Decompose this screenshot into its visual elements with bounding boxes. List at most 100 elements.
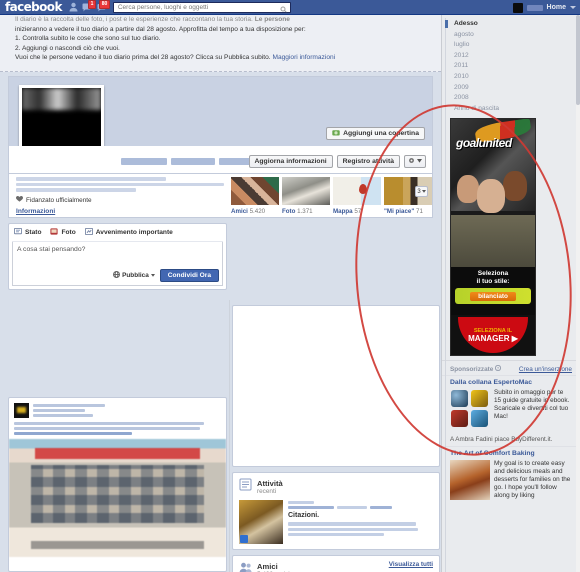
empty-placeholder-box (232, 305, 440, 467)
sponsored-ad-title[interactable]: Dalla collana EspertoMac (450, 378, 572, 387)
bio-redacted (16, 177, 231, 192)
update-info-button[interactable]: Aggiorna informazioni (248, 155, 333, 168)
friends-card: Amici 5.420 amici Visualizza tutti (232, 555, 440, 572)
composer-footer: Pubblica Condividi Ora (113, 269, 219, 282)
timeline-item-2010[interactable]: 2010 (450, 72, 580, 83)
share-now-button[interactable]: Condividi Ora (159, 269, 219, 282)
facebook-logo[interactable]: facebook (5, 0, 62, 14)
tile-map[interactable]: Mappa 57 (333, 177, 381, 217)
sponsored-ad-image[interactable] (450, 460, 490, 501)
recent-activity-entry[interactable]: Citazioni. (233, 500, 439, 549)
profile-settings-button[interactable] (404, 155, 426, 168)
tile-photos-label: Foto 1.371 (282, 208, 313, 215)
timeline-item-luglio[interactable]: luglio (450, 40, 580, 51)
ad-cta-area[interactable]: SELEZIONA IL MANAGER ▶ (451, 315, 535, 356)
tile-photos[interactable]: Foto 1.371 (282, 177, 330, 217)
friend-requests-icon[interactable] (68, 2, 79, 12)
post-author-avatar[interactable] (14, 403, 29, 418)
friends-icon (239, 561, 252, 572)
username-redacted[interactable] (526, 4, 543, 11)
status-icon (13, 227, 23, 237)
avatar[interactable] (512, 2, 523, 13)
friends-card-title: Amici (257, 562, 278, 571)
timeline-item-agosto[interactable]: agosto (450, 30, 580, 41)
ad-style-value: bilanciato (470, 291, 516, 301)
activity-thumbnail (239, 500, 283, 544)
post-header (9, 398, 226, 422)
timeline-item-2012[interactable]: 2012 (450, 51, 580, 62)
add-cover-button[interactable]: Aggiungi una copertina (326, 127, 425, 140)
tile-map-label: Mappa 57 (333, 208, 362, 215)
profile-summary-strip: Fidanzato ufficialmente Informazioni Ami… (8, 174, 433, 218)
composer-placeholder: A cosa stai pensando? (17, 246, 86, 253)
post-text-redacted (9, 422, 226, 439)
chevron-down-icon (150, 272, 155, 279)
sidebar-banner-ad[interactable]: goalunited Seleziona il tuo stile: bilan… (450, 118, 536, 357)
feed-post[interactable] (8, 397, 227, 572)
chevron-down-icon (417, 158, 422, 165)
banner-item-2: 2. Aggiungi o nascondi ciò che vuoi. (15, 44, 120, 52)
privacy-selector[interactable]: Pubblica (113, 271, 155, 280)
banner-more-link[interactable]: Maggiori informazioni (272, 54, 335, 61)
activity-entry-strong: Citazioni. (288, 512, 320, 520)
ad-style-pill[interactable]: bilanciato (455, 288, 531, 305)
timeline-item-birth-year[interactable]: Anno di nascita (450, 104, 580, 115)
tile-likes[interactable]: "Mi piace" 71 (384, 177, 432, 217)
timeline-item-2011[interactable]: 2011 (450, 61, 580, 72)
gear-icon (408, 157, 415, 166)
sponsored-header: Sponsorizzate ? Crea un'inserzione (442, 360, 580, 375)
secondary-column: Attività recenti Citazioni. Amici Visual… (232, 300, 440, 572)
composer-textarea[interactable]: A cosa stai pensando? Pubblica Condividi… (12, 242, 223, 286)
activity-log-button[interactable]: Registro attività (336, 155, 400, 168)
cover-photo-area[interactable]: Aggiungi una copertina (8, 76, 433, 163)
help-icon[interactable]: ? (495, 365, 502, 373)
recent-activity-card: Attività recenti Citazioni. (232, 472, 440, 550)
sponsored-ad-image[interactable] (450, 389, 490, 430)
ad-cta-button[interactable]: SELEZIONA IL MANAGER ▶ (458, 317, 528, 354)
ad-cta-line2: MANAGER ▶ (468, 333, 518, 343)
search-icon[interactable] (280, 5, 287, 15)
search-input[interactable]: Cerca persone, luoghi e oggetti (112, 1, 291, 15)
post-image[interactable] (9, 439, 226, 557)
notifications-badge: 80 (99, 0, 110, 9)
heart-icon (16, 196, 23, 204)
page-scrollbar[interactable] (576, 15, 580, 572)
ad-brand-logo: goalunited (456, 136, 512, 151)
chevron-down-icon (421, 189, 426, 195)
sponsored-ad-text: Subito in omaggio per te 15 guide gratui… (494, 389, 570, 421)
more-tiles-count: 3 (417, 188, 421, 195)
sponsored-ad-body: Subito in omaggio per te 15 guide gratui… (450, 387, 572, 430)
ad-style-line1: Seleziona (477, 270, 509, 278)
sponsored-ad-item[interactable]: The Art of Comfort Baking My goal is to … (442, 446, 580, 504)
banner-line-2: inizieranno a vedere il tuo diario a par… (15, 25, 306, 33)
timeline-item-adesso[interactable]: Adesso (445, 19, 580, 30)
create-ad-link[interactable]: Crea un'inserzione (519, 366, 572, 373)
recent-activity-title: Attività (257, 479, 283, 488)
timeline-item-2009[interactable]: 2009 (450, 83, 580, 94)
timeline-item-2008[interactable]: 2008 (450, 93, 580, 104)
activity-entry-text: Citazioni. (288, 500, 433, 544)
chevron-down-icon[interactable] (570, 6, 576, 9)
milestone-icon (84, 227, 93, 237)
post-author-redacted (33, 403, 221, 418)
friends-view-all-link[interactable]: Visualizza tutti (389, 561, 433, 568)
messages-badge: 1 (88, 0, 96, 9)
messages-icon[interactable]: 1 (82, 0, 96, 12)
notifications-icon[interactable]: 80 (96, 0, 110, 12)
sponsored-ad-item[interactable]: Dalla collana EspertoMac Subito in omagg… (442, 375, 580, 433)
nav-icon-group: 1 80 (68, 0, 110, 12)
status-composer: Stato Foto Avvenimento importante A cosa… (8, 223, 227, 290)
info-link[interactable]: Informazioni (16, 208, 55, 215)
sponsored-ad-title[interactable]: The Art of Comfort Baking (450, 449, 572, 458)
tile-friends[interactable]: Amici 5.420 (231, 177, 279, 217)
composer-tab-milestone-label: Avvenimento importante (95, 229, 173, 236)
home-link[interactable]: Home (547, 4, 566, 11)
banner-item-1: 1. Controlla subito le cose che sono sul… (15, 35, 161, 43)
composer-tab-status[interactable]: Stato (13, 227, 41, 237)
composer-tab-milestone[interactable]: Avvenimento importante (84, 227, 173, 237)
profile-bio-block: Fidanzato ufficialmente Informazioni (9, 174, 231, 217)
more-tiles-button[interactable]: 3 (415, 186, 428, 197)
recent-activity-header: Attività recenti (233, 473, 439, 500)
map-pin-icon (359, 184, 368, 194)
composer-tab-photo[interactable]: Foto (50, 228, 76, 237)
